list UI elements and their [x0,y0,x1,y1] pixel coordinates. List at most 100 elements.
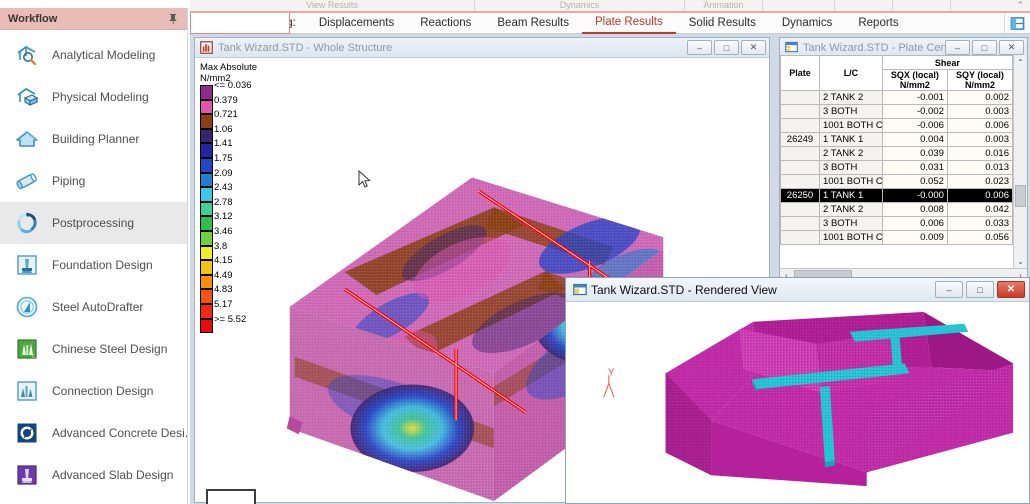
cell-sqx[interactable]: 0.052 [881,174,948,189]
cell-plate[interactable] [780,174,821,189]
cell-sqx[interactable]: 0.008 [881,202,948,217]
cell-lc[interactable]: 3 BOTH [819,160,883,175]
column-header-sqy[interactable]: SQY (local) N/mm2 [946,69,1013,91]
maximize-button[interactable]: □ [966,281,994,298]
cell-lc[interactable]: 1001 BOTH C [819,118,883,133]
layout-panel-icon[interactable] [1004,12,1030,34]
cell-sqy[interactable]: 0.016 [946,146,1013,161]
cell-sqx[interactable]: -0.001 [881,90,948,105]
scroll-down-arrow-icon[interactable]: ⌄ [1014,254,1027,268]
cell-sqx[interactable]: 0.006 [881,216,948,231]
table-row[interactable]: 1001 BOTH C 0.052 0.023 [780,174,1013,189]
cell-lc[interactable]: 3 BOTH [819,104,883,119]
cell-sqx[interactable]: -0.002 [881,104,948,119]
table-row[interactable]: 2 TANK 2 0.008 0.042 [780,202,1013,217]
sidebar-item-steel-autodrafter[interactable]: Steel AutoDrafter [0,286,187,328]
ribbon-group-5[interactable] [835,0,893,11]
cell-plate[interactable] [780,146,821,161]
table-row[interactable]: 1001 BOTH C 0.009 0.056 [780,230,1013,245]
cell-sqx[interactable]: 0.031 [881,160,948,175]
sidebar-item-piping[interactable]: Piping [0,160,187,202]
ribbon-group-dynamics[interactable]: Dynamics [475,0,685,11]
cell-lc[interactable]: 2 TANK 2 [819,202,883,217]
tab-reactions[interactable]: Reactions [407,13,484,34]
cell-lc[interactable]: 1 TANK 1 [819,132,883,147]
cell-sqx[interactable]: -0.000 [881,188,948,203]
maximize-button[interactable]: □ [714,40,739,55]
sidebar-item-advanced-slab-design[interactable]: Advanced Slab Design [0,454,187,496]
cell-plate[interactable] [780,216,821,231]
sidebar-item-analytical-modeling[interactable]: Analytical Modeling [0,34,187,76]
cell-lc[interactable]: 2 TANK 2 [819,90,883,105]
column-header-lc[interactable]: L/C [819,55,883,91]
whole-structure-titlebar[interactable]: Tank Wizard.STD - Whole Structure – □ ✕ [195,38,769,58]
rendered-view-viewport[interactable]: Y [568,302,1027,501]
partial-dialog[interactable]: · · · · [206,489,256,504]
close-button[interactable]: ✕ [999,40,1024,55]
cell-sqx[interactable]: 0.039 [881,146,948,161]
table-row[interactable]: 1001 BOTH C -0.006 0.006 [780,118,1013,133]
cell-sqy[interactable]: 0.003 [946,104,1013,119]
ribbon-group-view-results[interactable]: View Results [190,0,475,11]
cell-lc[interactable]: 2 TANK 2 [819,146,883,161]
sidebar-item-physical-modeling[interactable]: Physical Modeling [0,76,187,118]
sidebar-item-postprocessing[interactable]: Postprocessing [0,202,187,244]
cell-sqy[interactable]: 0.023 [946,174,1013,189]
cell-sqx[interactable]: -0.006 [881,118,948,133]
cell-lc[interactable]: 1001 BOTH C [819,230,883,245]
postprocessing-mode-label[interactable]: Postprocessing: [190,13,306,34]
tab-beam-results[interactable]: Beam Results [484,13,582,34]
chevron-up-icon[interactable]: ⌃ [1016,0,1024,11]
cell-plate[interactable] [780,104,821,119]
cell-sqy[interactable]: 0.006 [946,188,1013,203]
table-row[interactable]: 3 BOTH 0.006 0.033 [780,216,1013,231]
table-row[interactable]: 2 TANK 2 0.039 0.016 [780,146,1013,161]
ribbon-group-6[interactable] [893,0,951,11]
table-row[interactable]: 3 BOTH 0.031 0.013 [780,160,1013,175]
cell-sqy[interactable]: 0.033 [946,216,1013,231]
column-header-sqx[interactable]: SQX (local) N/mm2 [881,69,948,91]
minimize-button[interactable]: – [687,40,712,55]
cell-lc[interactable]: 3 BOTH [819,216,883,231]
sidebar-item-connection-design[interactable]: Connection Design [0,370,187,412]
close-button[interactable]: ✕ [997,281,1025,298]
maximize-button[interactable]: □ [972,40,997,55]
column-header-plate[interactable]: Plate [780,55,821,91]
table-row[interactable]: 26249 1 TANK 1 0.004 0.003 [780,132,1013,147]
table-row[interactable]: 3 BOTH -0.002 0.003 [780,104,1013,119]
table-row[interactable]: 26250 1 TANK 1 -0.000 0.006 [780,188,1013,203]
cell-sqx[interactable]: 0.004 [881,132,948,147]
cell-plate[interactable] [780,202,821,217]
sidebar-item-chinese-steel-design[interactable]: C Chinese Steel Design [0,328,187,370]
sidebar-item-advanced-concrete-design[interactable]: Advanced Concrete Desi... [0,412,187,454]
rendered-view-titlebar[interactable]: Tank Wizard.STD - Rendered View – □ ✕ [566,278,1029,302]
cell-sqy[interactable]: 0.003 [946,132,1013,147]
close-button[interactable]: ✕ [741,40,766,55]
cell-plate[interactable] [780,160,821,175]
cell-lc[interactable]: 1001 BOTH C [819,174,883,189]
ribbon-group-animation[interactable]: Animation [685,0,763,11]
plate-results-grid[interactable]: Plate L/C Shear SQX (local) N/mm2 SQY (l… [780,55,1013,281]
cell-plate[interactable] [780,230,821,245]
cell-sqy[interactable]: 0.006 [946,118,1013,133]
cell-sqx[interactable]: 0.009 [881,230,948,245]
cell-sqy[interactable]: 0.002 [946,90,1013,105]
cell-plate[interactable] [780,90,821,105]
vertical-scroll-thumb[interactable] [1015,185,1026,207]
ribbon-group-4[interactable] [763,0,835,11]
cell-plate[interactable]: 26250 [780,188,821,203]
tab-plate-results[interactable]: Plate Results [581,13,676,34]
tab-displacements[interactable]: Displacements [306,13,407,34]
cell-plate[interactable] [780,118,821,133]
pin-icon[interactable] [167,13,179,25]
sidebar-item-foundation-design[interactable]: Foundation Design [0,244,187,286]
cell-sqy[interactable]: 0.013 [946,160,1013,175]
tab-dynamics[interactable]: Dynamics [769,13,845,34]
minimize-button[interactable]: – [945,40,970,55]
minimize-button[interactable]: – [935,281,963,298]
tab-reports[interactable]: Reports [845,13,911,34]
cell-sqy[interactable]: 0.056 [946,230,1013,245]
scroll-up-arrow-icon[interactable]: ⌃ [1014,55,1027,69]
rendered-tank-model[interactable]: Y [568,302,1027,501]
sidebar-item-building-planner[interactable]: Building Planner [0,118,187,160]
